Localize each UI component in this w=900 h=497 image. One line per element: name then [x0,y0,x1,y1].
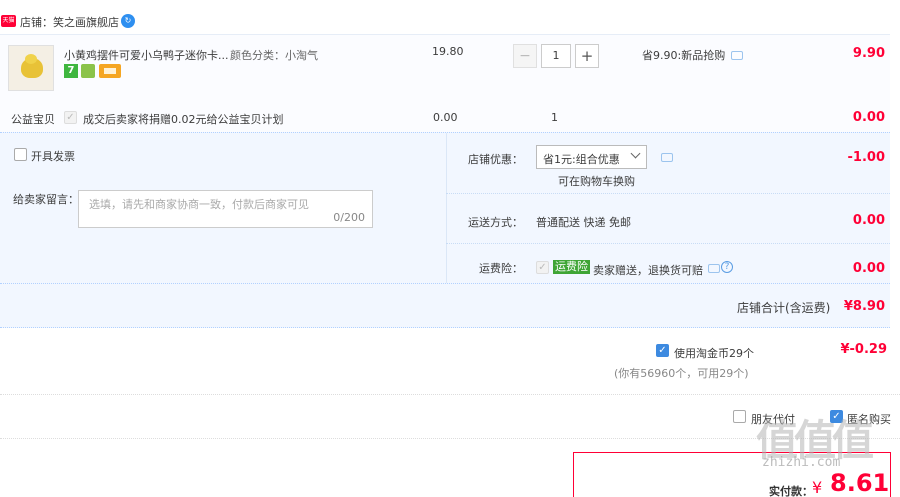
coins-checkbox[interactable]: ✓ [656,344,669,357]
insurance-amount: 0.00 [852,261,885,276]
coupon-select[interactable]: 省1元:组合优惠 [536,145,647,169]
insurance-label: 运费险： [479,262,523,275]
shipping-amount: 0.00 [852,213,885,228]
charity-checkbox: ✓ [64,111,77,124]
pay-label: 实付款： [769,485,813,497]
anonymous-checkbox[interactable]: ✓ [830,410,843,423]
product-title-link[interactable]: 小黄鸡摆件可爱小乌鸭子迷你卡... [64,47,229,63]
charity-qty: 1 [551,111,558,124]
invoice-checkbox[interactable] [14,148,27,161]
product-thumbnail[interactable] [8,45,54,91]
shop-total-label: 店铺合计(含运费) [737,301,831,315]
wangwang-chat-icon[interactable]: ↻ [121,14,135,28]
charity-text: 成交后卖家将捐赠0.02元给公益宝贝计划 [83,113,284,126]
quantity-input[interactable]: 1 [541,44,571,68]
coins-label[interactable]: 使用淘金币29个 [674,345,754,361]
insurance-text: 卖家赠送，退换货可赔 [593,264,703,277]
coupon-label: 店铺优惠： [468,153,523,166]
product-spec: 颜色分类：小淘气 [230,49,318,62]
unit-price: 19.80 [432,45,464,58]
seven-day-return-icon: 7 [64,64,78,78]
message-counter: 0/200 [333,211,365,224]
item-promo: 省9.90:新品抢购 [642,49,726,62]
guarantee-icon [81,64,95,78]
insurance-comment-icon[interactable] [708,264,720,273]
shipping-value: 普通配送 快递 免邮 [536,216,631,229]
panel-divider [446,133,447,283]
row-separator [446,243,890,244]
coins-row: ✓ 使用淘金币29个 (你有56960个，可用29个) ¥-0.29 [0,329,900,395]
help-icon[interactable]: ? [721,261,733,273]
shipping-label: 运送方式： [468,216,523,229]
pay-options-row: 朋友代付 ✓ 匿名购买 [0,396,900,439]
charity-row: 公益宝贝 ✓ 成交后卖家将捐赠0.02元给公益宝贝计划 0.00 1 0.00 [0,102,890,132]
quantity-minus-button[interactable]: − [513,44,537,68]
credit-card-icon [99,64,121,78]
item-subtotal: 9.90 [852,46,885,61]
final-payment-box: 实付款： ¥ 8.61 [573,452,891,497]
insurance-badge: 运费险 [553,260,590,274]
message-textarea[interactable]: 选填，请先和商家协商一致，付款后商家可见 0/200 [78,190,373,228]
chevron-down-icon [630,148,641,159]
friend-pay-label[interactable]: 朋友代付 [751,411,795,427]
charity-subtotal: 0.00 [852,110,885,125]
shop-name-link[interactable]: 店铺：笑之画旗舰店 [20,14,119,30]
friend-pay-checkbox[interactable] [733,410,746,423]
message-placeholder: 选填，请先和商家协商一致，付款后商家可见 [89,198,309,211]
coupon-select-value: 省1元:组合优惠 [543,153,620,166]
anonymous-label[interactable]: 匿名购买 [847,411,891,427]
quantity-stepper: − 1 + [513,44,599,68]
coupon-hint: 可在购物车换购 [558,175,635,188]
shop-total-amount: ¥8.90 [843,299,885,314]
invoice-label[interactable]: 开具发票 [31,148,75,164]
insurance-checkbox: ✓ [536,261,549,274]
charity-price: 0.00 [433,111,458,124]
quantity-plus-button[interactable]: + [575,44,599,68]
row-separator [446,193,890,194]
message-label: 给卖家留言： [13,193,79,206]
coupon-amount: -1.00 [847,150,885,165]
coins-detail: (你有56960个，可用29个) [614,367,749,380]
order-item-row: 小黄鸡摆件可爱小乌鸭子迷你卡... 颜色分类：小淘气 7 19.80 − 1 +… [0,34,890,102]
order-options-panel: 开具发票 给卖家留言： 选填，请先和商家协商一致，付款后商家可见 0/200 店… [0,132,890,328]
pay-amount: 8.61 [830,469,890,497]
coupon-comment-icon[interactable] [661,153,673,162]
coins-amount: ¥-0.29 [840,342,887,357]
pay-currency: ¥ [812,478,823,497]
tmall-badge: 天猫 [1,15,16,27]
total-separator [0,283,890,284]
promo-comment-icon[interactable] [731,51,743,60]
charity-label: 公益宝贝 [11,113,55,126]
